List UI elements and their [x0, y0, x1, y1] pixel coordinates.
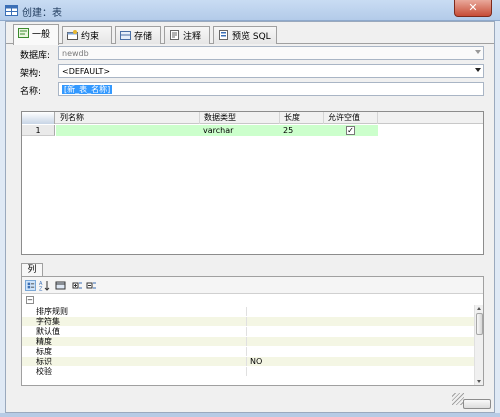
window-frame-bottom	[0, 413, 500, 417]
tab-storage[interactable]: 存储	[115, 26, 161, 44]
property-divider	[246, 347, 247, 356]
database-select: newdb	[58, 46, 484, 60]
general-icon	[18, 28, 29, 38]
columns-grid[interactable]: 列名称 数据类型 长度 允许空值 1 varchar 25 ✓	[21, 111, 484, 255]
grid-header: 列名称 数据类型 长度 允许空值	[22, 112, 483, 124]
property-name: 排序规则	[36, 307, 68, 316]
property-divider	[246, 327, 247, 336]
allow-null-checkbox[interactable]: ✓	[346, 126, 355, 135]
property-name: 校验	[36, 367, 52, 376]
cell-length[interactable]: 25	[280, 125, 324, 136]
property-row[interactable]: 标度	[22, 347, 474, 356]
tab-comment-label: 注释	[183, 32, 202, 42]
tab-bar: 一般 约束 存储 注释 预览 SQL	[6, 22, 494, 45]
row-index[interactable]: 1	[22, 125, 55, 136]
property-row[interactable]: 校验	[22, 367, 474, 376]
scroll-up-icon[interactable]	[477, 307, 481, 310]
ok-button[interactable]	[463, 399, 491, 409]
header-allow-null[interactable]: 允许空值	[324, 112, 378, 124]
property-row[interactable]: 默认值	[22, 327, 474, 336]
table-app-icon	[5, 5, 18, 16]
property-group-header: −	[22, 296, 474, 305]
scroll-thumb[interactable]	[476, 313, 483, 335]
property-divider	[246, 317, 247, 326]
name-label: 名称:	[20, 87, 42, 97]
property-divider	[246, 357, 247, 366]
close-button[interactable]: ✕	[454, 0, 492, 17]
tab-preview-sql-label: 预览 SQL	[232, 32, 271, 42]
tab-general-label: 一般	[32, 30, 51, 40]
preview-sql-icon	[219, 30, 228, 40]
window-title: 创建：表	[22, 8, 62, 19]
property-name: 标度	[36, 347, 52, 356]
sort-az-icon[interactable]: AZ	[39, 280, 50, 291]
cell-column-name[interactable]	[56, 125, 200, 136]
tab-constraint-label: 约束	[81, 32, 100, 42]
scroll-down-icon[interactable]	[477, 380, 481, 383]
chevron-down-icon	[475, 68, 481, 72]
property-row[interactable]: 标识 NO	[22, 357, 474, 366]
tab-storage-label: 存储	[134, 32, 153, 42]
table-row[interactable]: 1 varchar 25 ✓	[22, 125, 483, 136]
database-value: newdb	[62, 49, 89, 58]
svg-text:Z: Z	[39, 287, 43, 292]
schema-label: 架构:	[20, 69, 42, 79]
cell-allow-null[interactable]: ✓	[324, 125, 378, 136]
property-value[interactable]: NO	[250, 357, 262, 366]
title-bar: 创建：表 ✕	[0, 0, 500, 21]
database-label: 数据库:	[20, 51, 51, 61]
schema-select[interactable]: <DEFAULT>	[58, 64, 484, 78]
comment-icon	[170, 30, 179, 40]
table-name-input[interactable]: [新_表_名称]	[58, 82, 484, 96]
cell-data-type[interactable]: varchar	[200, 125, 280, 136]
header-data-type[interactable]: 数据类型	[200, 112, 280, 124]
tab-preview-sql[interactable]: 预览 SQL	[213, 26, 277, 44]
property-name: 标识	[36, 357, 52, 366]
property-name: 精度	[36, 337, 52, 346]
property-row[interactable]: 排序规则	[22, 307, 474, 316]
select-all-corner[interactable]	[22, 112, 55, 124]
expand-icon[interactable]	[72, 280, 83, 291]
constraint-icon	[67, 30, 78, 40]
property-row[interactable]: 字符集	[22, 317, 474, 326]
property-divider	[246, 367, 247, 376]
property-pages-icon[interactable]	[55, 280, 66, 291]
collapse-group-icon[interactable]: −	[26, 296, 34, 304]
property-row[interactable]: 精度	[22, 337, 474, 346]
categorized-icon[interactable]	[25, 280, 36, 291]
table-name-value: [新_表_名称]	[62, 85, 113, 94]
property-divider	[246, 307, 247, 316]
storage-icon	[120, 31, 131, 40]
header-column-name[interactable]: 列名称	[56, 112, 200, 124]
properties-panel: AZ − 排序规则 字符集 默认值 精度 标度 标识 NO 校验	[21, 276, 484, 386]
chevron-down-icon	[475, 50, 481, 54]
vertical-scrollbar[interactable]	[474, 305, 483, 385]
tab-constraint[interactable]: 约束	[62, 26, 112, 44]
collapse-icon[interactable]	[86, 280, 97, 291]
property-name: 字符集	[36, 317, 60, 326]
dialog-body: 一般 约束 存储 注释 预览 SQL 数据库: newdb 架构: <DEFAU…	[5, 21, 495, 413]
properties-toolbar: AZ	[22, 277, 483, 294]
tab-column-properties[interactable]: 列	[21, 263, 43, 277]
tab-comment[interactable]: 注释	[164, 26, 210, 44]
property-divider	[246, 337, 247, 346]
header-length[interactable]: 长度	[280, 112, 324, 124]
property-name: 默认值	[36, 327, 60, 336]
schema-value: <DEFAULT>	[62, 67, 111, 76]
tab-general[interactable]: 一般	[13, 24, 59, 45]
